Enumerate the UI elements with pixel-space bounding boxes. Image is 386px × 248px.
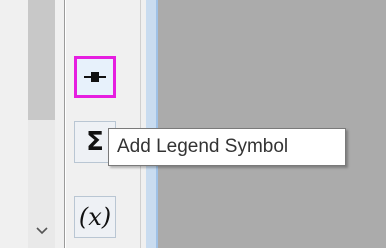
legend-symbol-icon bbox=[84, 72, 106, 82]
tooltip-text: Add Legend Symbol bbox=[117, 136, 289, 157]
add-legend-symbol-button[interactable] bbox=[74, 56, 116, 98]
chevron-down-icon[interactable] bbox=[34, 222, 50, 238]
variable-x-icon: (x) bbox=[78, 203, 112, 231]
left-panel bbox=[0, 0, 64, 248]
scrollbar-thumb[interactable] bbox=[28, 0, 55, 120]
canvas-border-strip bbox=[146, 0, 158, 248]
graph-canvas[interactable] bbox=[158, 0, 386, 248]
vertical-toolbar: Σ (x) bbox=[66, 0, 146, 248]
toolbar-separator bbox=[140, 0, 141, 248]
variable-x-button[interactable]: (x) bbox=[74, 196, 116, 238]
tooltip: Add Legend Symbol bbox=[108, 128, 346, 166]
sigma-icon: Σ bbox=[86, 127, 104, 157]
